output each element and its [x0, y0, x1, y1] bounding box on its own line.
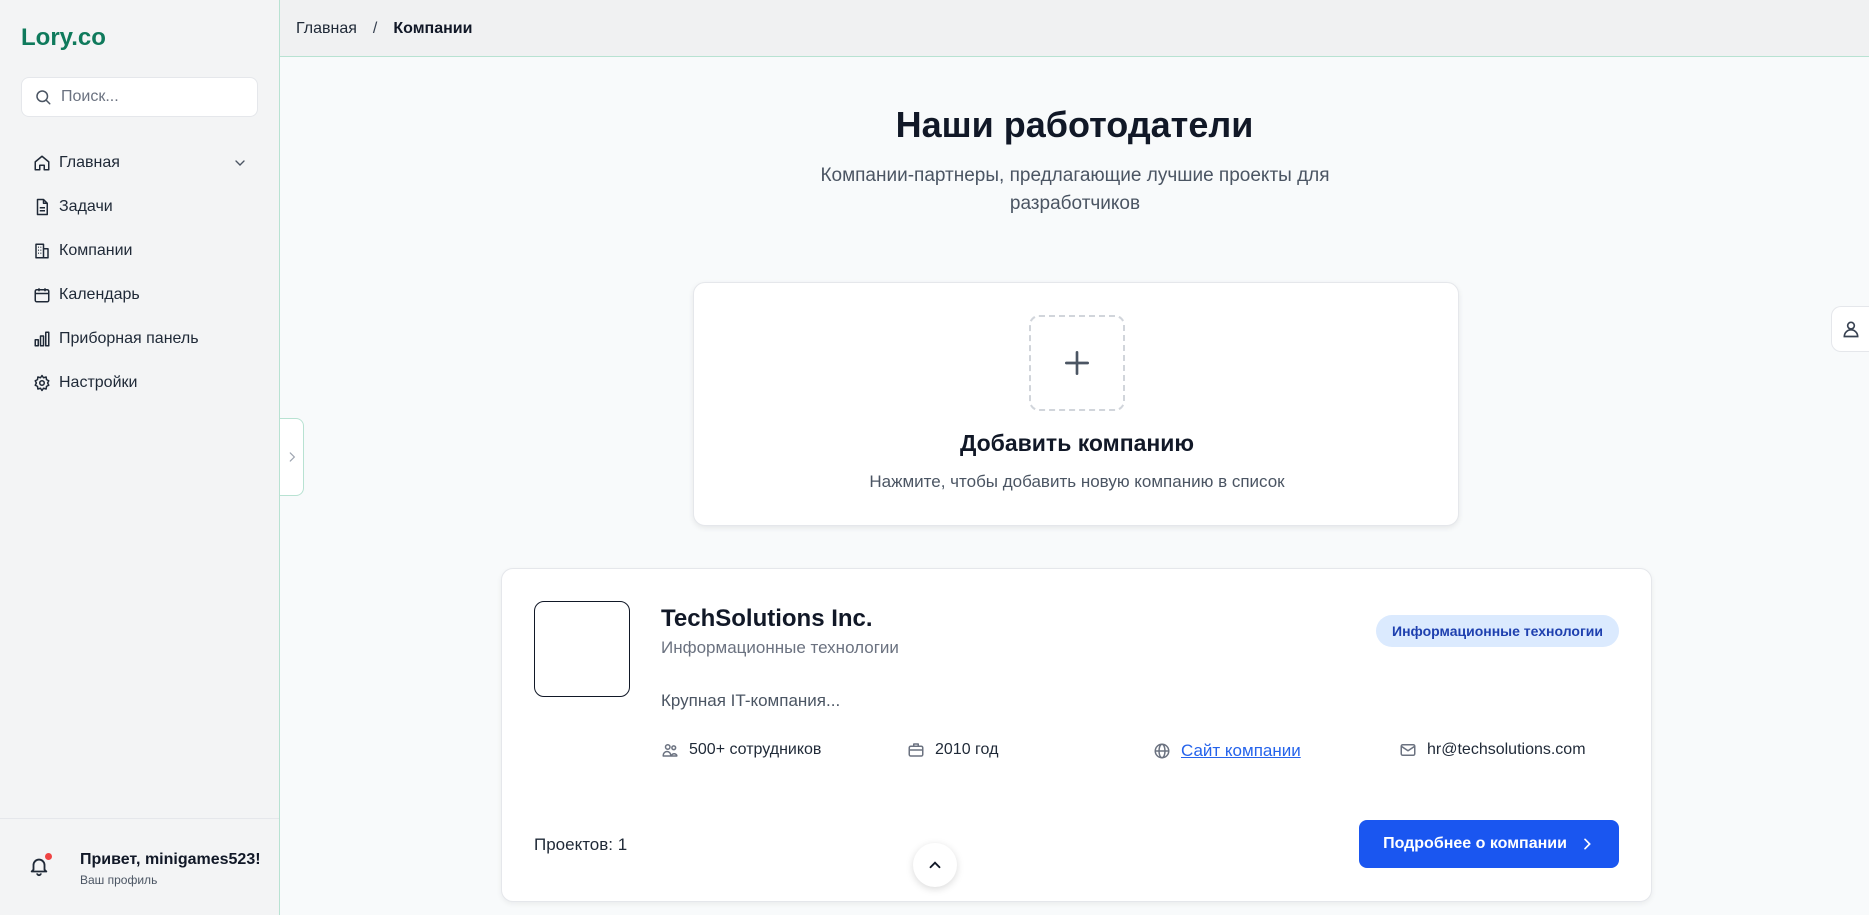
company-name[interactable]: TechSolutions Inc. — [661, 605, 873, 633]
add-company-placeholder[interactable] — [1029, 315, 1125, 411]
globe-icon — [1154, 743, 1170, 759]
sidebar-item-tasks[interactable]: Задачи — [21, 185, 258, 229]
chevron-right-icon — [289, 452, 295, 462]
home-icon — [34, 155, 50, 171]
briefcase-icon — [908, 743, 924, 757]
company-founded: 2010 год — [907, 741, 998, 759]
sidebar: Lory.co Главная Задачи Компании Календар… — [0, 0, 280, 915]
sidebar-item-label: Главная — [59, 154, 120, 171]
company-logo — [534, 601, 630, 697]
sidebar-item-label: Приборная панель — [59, 330, 199, 347]
company-card: TechSolutions Inc. Информационные технол… — [501, 568, 1652, 902]
search-box[interactable] — [21, 77, 258, 117]
scroll-to-top-button[interactable] — [913, 843, 957, 887]
document-icon — [36, 198, 48, 216]
sidebar-collapse-toggle[interactable] — [280, 418, 304, 496]
app-logo[interactable]: Lory.co — [21, 24, 106, 52]
sidebar-item-settings[interactable]: Настройки — [21, 361, 258, 405]
founded-value: 2010 год — [935, 741, 999, 758]
company-description: Крупная IT-компания... — [661, 691, 841, 710]
sidebar-item-dashboard[interactable]: Приборная панель — [21, 317, 258, 361]
sidebar-item-label: Настройки — [59, 374, 138, 391]
sidebar-item-label: Задачи — [59, 198, 113, 215]
bar-chart-icon — [34, 331, 50, 347]
search-icon — [36, 90, 51, 105]
building-icon — [35, 243, 49, 259]
sidebar-item-label: Календарь — [59, 286, 140, 303]
sidebar-item-companies[interactable]: Компании — [21, 229, 258, 273]
search-input[interactable] — [61, 88, 241, 106]
gear-icon — [34, 374, 50, 392]
top-bar: Главная / Компании — [280, 0, 1869, 57]
projects-count: Проектов: 1 — [534, 835, 627, 855]
breadcrumb: Главная / Компании — [296, 20, 472, 38]
company-email: hr@techsolutions.com — [1399, 741, 1586, 759]
calendar-icon — [34, 288, 50, 303]
user-greeting: Привет, minigames523! — [80, 851, 261, 868]
website-link[interactable]: Сайт компании — [1181, 741, 1301, 761]
company-employees: 500+ сотрудников — [661, 741, 821, 759]
chevron-up-icon — [929, 861, 941, 869]
company-details-button[interactable]: Подробнее о компании — [1359, 820, 1619, 868]
chevron-right-icon — [1584, 838, 1591, 850]
sidebar-item-calendar[interactable]: Календарь — [21, 273, 258, 317]
user-panel-toggle[interactable] — [1831, 306, 1869, 352]
projects-label: Проектов: — [534, 835, 614, 854]
add-company-title: Добавить компанию — [959, 430, 1195, 456]
notification-dot — [45, 853, 52, 860]
sidebar-item-home[interactable]: Главная — [21, 141, 258, 185]
profile-link[interactable]: Ваш профиль — [80, 873, 157, 887]
email-value[interactable]: hr@techsolutions.com — [1427, 741, 1586, 759]
employees-value: 500+ сотрудников — [689, 741, 822, 758]
industry-badge: Информационные технологии — [1376, 615, 1619, 647]
breadcrumb-separator: / — [372, 20, 378, 37]
company-website: Сайт компании — [1153, 741, 1301, 761]
breadcrumb-current: Компании — [393, 20, 473, 37]
projects-value: 1 — [617, 835, 628, 854]
users-icon — [662, 744, 678, 757]
breadcrumb-home[interactable]: Главная — [296, 20, 357, 38]
add-company-description: Нажмите, чтобы добавить новую компанию в… — [869, 472, 1285, 491]
user-icon — [1842, 321, 1859, 338]
sidebar-nav: Главная Задачи Компании Календарь Прибор… — [21, 141, 258, 405]
page-subtitle: Компании-партнеры, предлагающие лучшие п… — [820, 165, 1330, 214]
company-industry: Информационные технологии — [661, 638, 899, 657]
plus-icon — [1065, 351, 1089, 375]
mail-icon — [1400, 744, 1416, 756]
sidebar-item-label: Компании — [59, 242, 133, 259]
page-title: Наши работодатели — [895, 104, 1254, 145]
add-company-card[interactable]: Добавить компанию Нажмите, чтобы добавит… — [693, 282, 1459, 526]
user-panel[interactable]: Привет, minigames523! Ваш профиль — [0, 818, 279, 915]
company-details-label: Подробнее о компании — [1383, 835, 1567, 852]
chevron-down-icon[interactable] — [232, 155, 248, 171]
